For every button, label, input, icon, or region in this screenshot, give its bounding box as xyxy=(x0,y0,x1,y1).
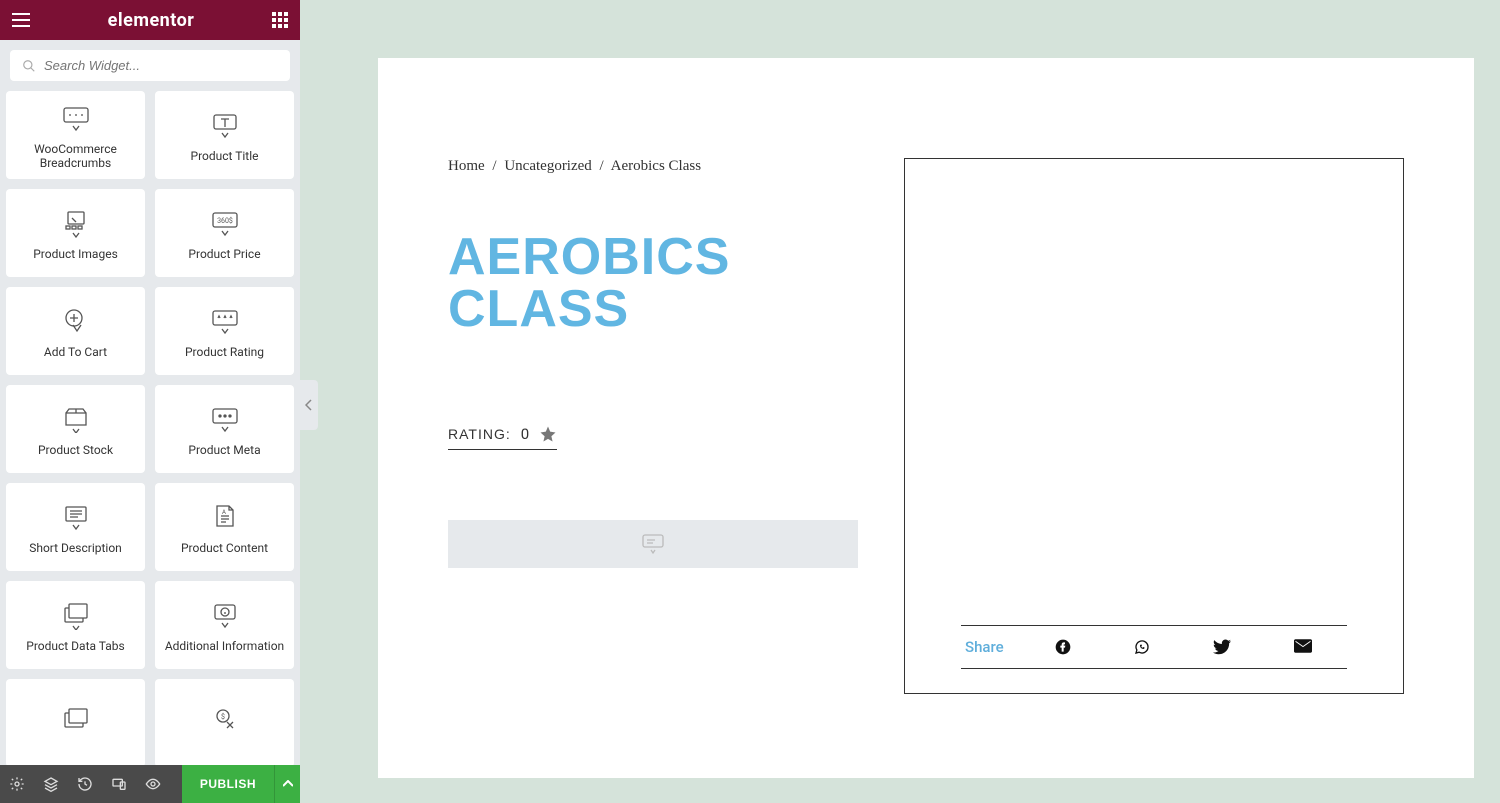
facebook-icon[interactable] xyxy=(1055,639,1071,655)
tabs-widget-icon xyxy=(61,597,91,635)
widget-label: WooCommerce Breadcrumbs xyxy=(14,142,137,171)
widget-product-content[interactable]: A Product Content xyxy=(155,483,294,571)
rating-row[interactable]: RATING: 0 xyxy=(448,425,557,450)
widget-woo-breadcrumbs[interactable]: WooCommerce Breadcrumbs xyxy=(6,91,145,179)
breadcrumb-sep: / xyxy=(492,158,496,174)
search-wrap xyxy=(0,40,300,91)
svg-text:$: $ xyxy=(221,713,225,721)
rating-label: RATING: xyxy=(448,426,511,442)
breadcrumb-current: Aerobics Class xyxy=(611,158,701,174)
whatsapp-icon[interactable] xyxy=(1134,639,1150,655)
widget-product-stock[interactable]: Product Stock xyxy=(6,385,145,473)
canvas-left-column: Home / Uncategorized / Aerobics Class AE… xyxy=(448,158,904,718)
sidebar-header: elementor xyxy=(0,0,300,40)
navigator-icon[interactable] xyxy=(34,765,68,803)
shortdesc-widget-icon xyxy=(62,499,90,537)
rating-widget-icon xyxy=(209,303,241,341)
collapse-panel-tab[interactable] xyxy=(300,380,318,430)
widget-label: Short Description xyxy=(29,541,122,555)
widget-label: Product Price xyxy=(188,247,260,261)
widget-label: Product Title xyxy=(191,149,259,163)
share-label: Share xyxy=(965,638,1004,656)
widget-label: Additional Information xyxy=(165,639,284,653)
share-bar: Share xyxy=(961,625,1347,669)
share-card-body xyxy=(929,183,1379,625)
widget-product-title[interactable]: Product Title xyxy=(155,91,294,179)
editor-sidebar: elementor WooCommerce Breadcrumbs Produc… xyxy=(0,0,300,803)
menu-icon[interactable] xyxy=(12,13,30,27)
breadcrumb-category[interactable]: Uncategorized xyxy=(504,158,591,174)
addcart-widget-icon xyxy=(62,303,90,341)
breadcrumb: Home / Uncategorized / Aerobics Class xyxy=(448,158,904,175)
search-box[interactable] xyxy=(10,50,290,81)
email-icon[interactable] xyxy=(1294,639,1312,655)
extra2-widget-icon: $ xyxy=(211,702,239,740)
svg-text:A: A xyxy=(222,509,226,516)
widget-extra-1[interactable] xyxy=(6,679,145,765)
widget-label: Product Images xyxy=(33,247,118,261)
empty-widget-placeholder[interactable] xyxy=(448,520,858,568)
widget-label: Product Rating xyxy=(185,345,264,359)
meta-widget-icon xyxy=(209,401,241,439)
canvas[interactable]: Home / Uncategorized / Aerobics Class AE… xyxy=(378,58,1474,778)
content-widget-icon: A xyxy=(213,499,237,537)
widget-label: Product Data Tabs xyxy=(26,639,124,653)
search-icon xyxy=(22,59,36,73)
images-widget-icon xyxy=(61,205,91,243)
canvas-area: Home / Uncategorized / Aerobics Class AE… xyxy=(300,0,1500,803)
widget-label: Product Stock xyxy=(38,443,113,457)
search-input[interactable] xyxy=(44,58,278,73)
widget-product-price[interactable]: 360$ Product Price xyxy=(155,189,294,277)
rating-value: 0 xyxy=(521,425,529,443)
extra-widget-icon xyxy=(61,702,91,740)
widget-short-description[interactable]: Short Description xyxy=(6,483,145,571)
publish-dropdown[interactable] xyxy=(274,765,300,803)
widget-extra-2[interactable]: $ xyxy=(155,679,294,765)
addinfo-widget-icon xyxy=(210,597,240,635)
widget-label: Product Meta xyxy=(188,443,260,457)
share-card[interactable]: Share xyxy=(904,158,1404,694)
product-title[interactable]: AEROBICS CLASS xyxy=(448,231,904,335)
widgets-grid: WooCommerce Breadcrumbs Product Title Pr… xyxy=(0,91,300,765)
apps-grid-icon[interactable] xyxy=(272,12,288,28)
publish-button[interactable]: PUBLISH xyxy=(182,765,274,803)
star-icon xyxy=(539,425,557,443)
widget-product-meta[interactable]: Product Meta xyxy=(155,385,294,473)
breadcrumb-sep: / xyxy=(600,158,604,174)
twitter-icon[interactable] xyxy=(1213,639,1231,655)
widget-product-rating[interactable]: Product Rating xyxy=(155,287,294,375)
settings-icon[interactable] xyxy=(0,765,34,803)
svg-text:360$: 360$ xyxy=(217,217,233,225)
widget-product-images[interactable]: Product Images xyxy=(6,189,145,277)
preview-icon[interactable] xyxy=(136,765,170,803)
stock-widget-icon xyxy=(61,401,91,439)
widget-label: Product Content xyxy=(181,541,268,555)
canvas-right-column: Share xyxy=(904,158,1404,718)
sidebar-footer: PUBLISH xyxy=(0,765,300,803)
breadcrumb-widget-icon xyxy=(61,100,91,138)
title-widget-icon xyxy=(210,107,240,145)
widget-add-to-cart[interactable]: Add To Cart xyxy=(6,287,145,375)
price-widget-icon: 360$ xyxy=(209,205,241,243)
logo: elementor xyxy=(108,10,195,31)
widget-product-data-tabs[interactable]: Product Data Tabs xyxy=(6,581,145,669)
history-icon[interactable] xyxy=(68,765,102,803)
widget-additional-info[interactable]: Additional Information xyxy=(155,581,294,669)
widget-label: Add To Cart xyxy=(44,345,107,359)
breadcrumb-home[interactable]: Home xyxy=(448,158,485,174)
responsive-icon[interactable] xyxy=(102,765,136,803)
